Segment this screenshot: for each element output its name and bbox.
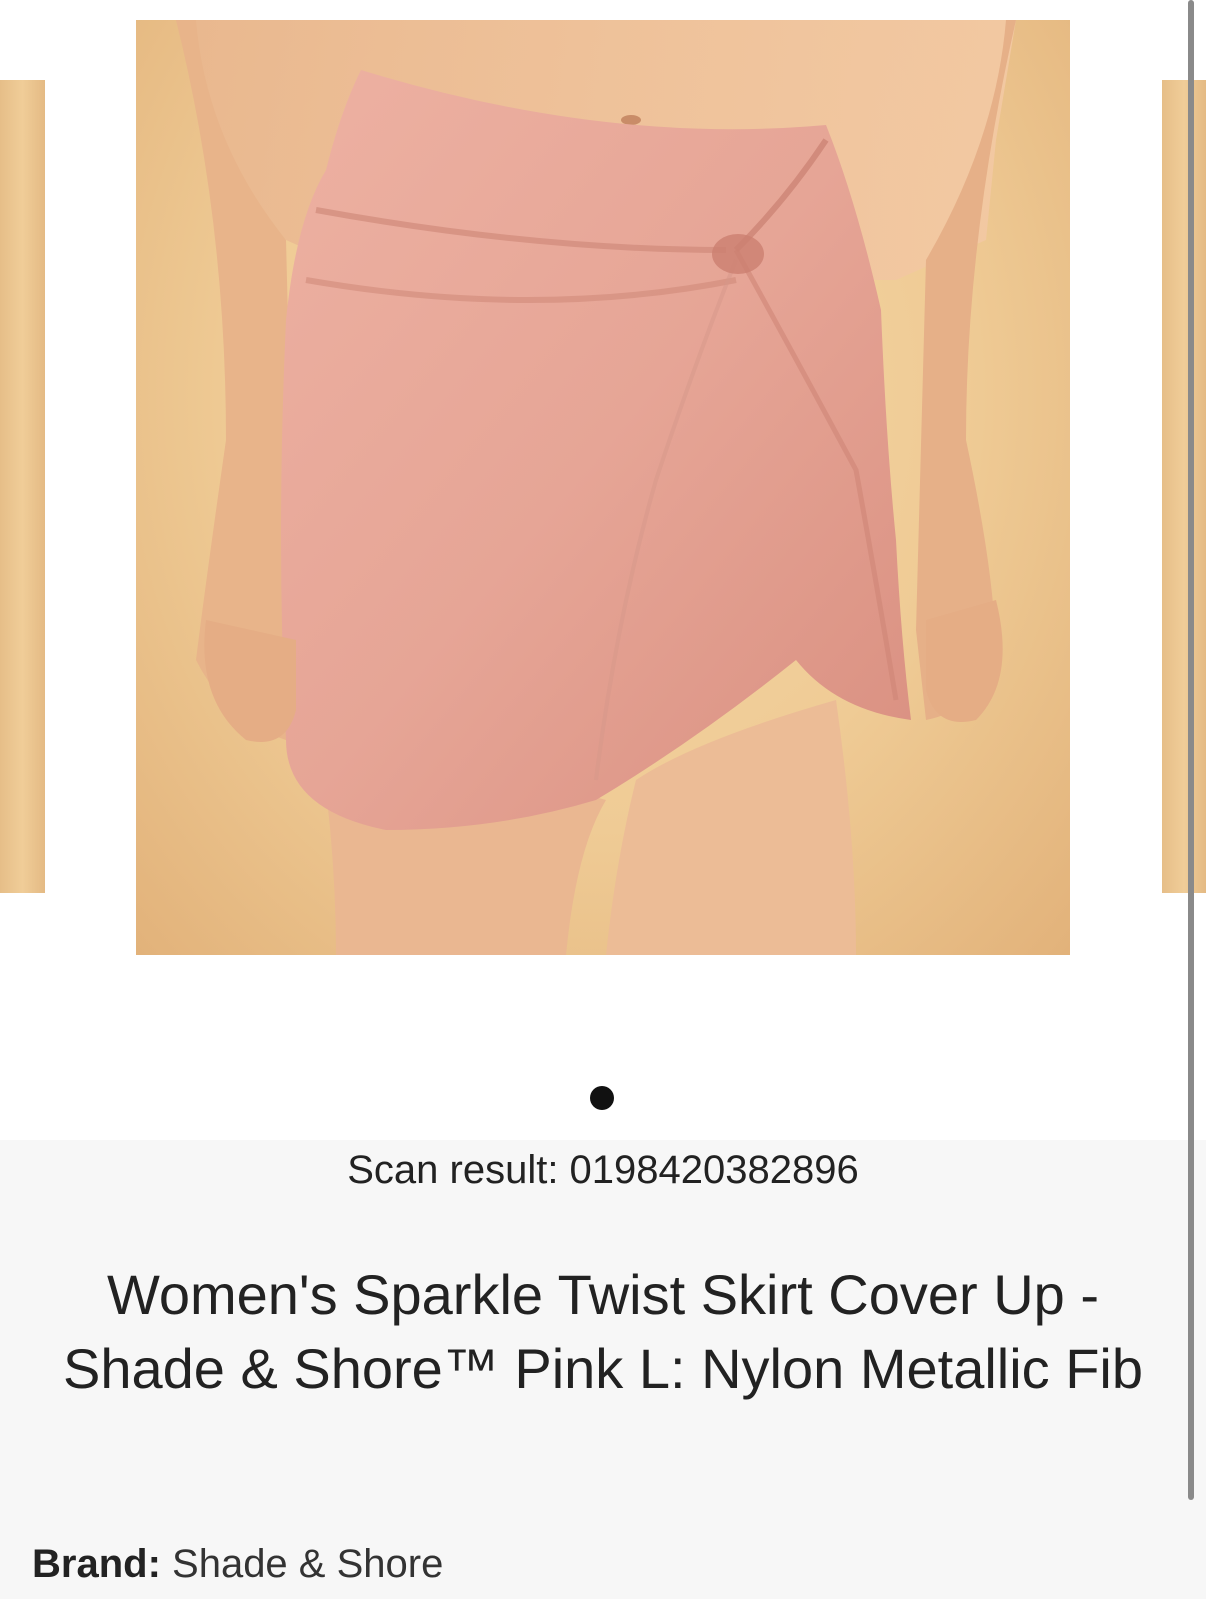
brand-label: Brand: [32,1542,161,1586]
brand-row: Brand: Shade & Shore [32,1540,443,1588]
vertical-scrollbar[interactable] [1188,0,1194,1500]
product-image[interactable] [136,20,1070,955]
brand-value: Shade & Shore [172,1542,444,1586]
image-carousel[interactable] [0,0,1206,1140]
scan-result: Scan result: 0198420382896 [347,1148,859,1192]
next-image-thumbnail[interactable] [1162,80,1206,893]
previous-image-thumbnail[interactable] [0,80,45,893]
product-title: Women's Sparkle Twist Skirt Cover Up - S… [62,1263,1144,1400]
dot-icon[interactable] [590,1086,614,1110]
